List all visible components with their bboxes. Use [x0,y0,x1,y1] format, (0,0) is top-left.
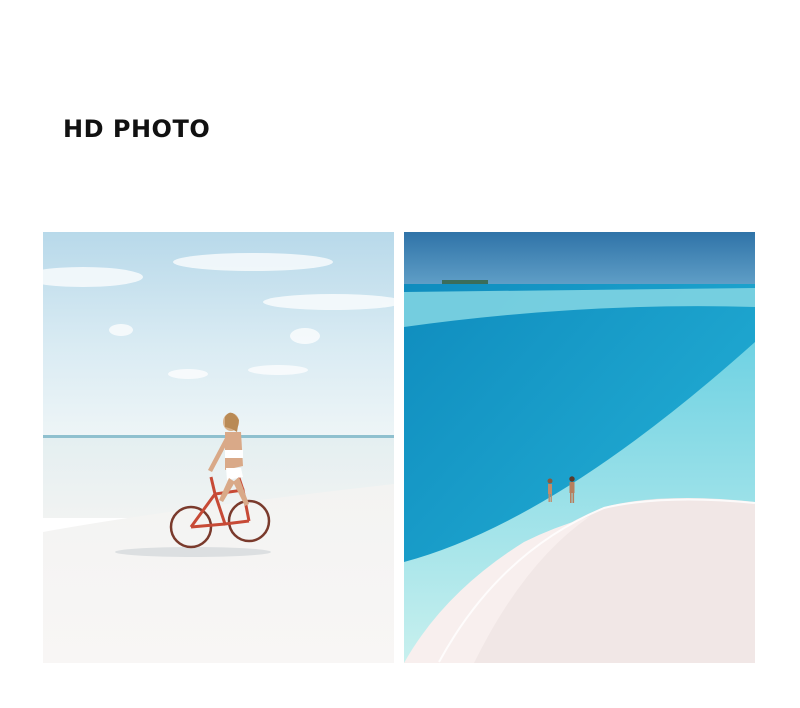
photo-sandbar-lagoon [404,232,755,663]
island [442,280,488,284]
bicycle-beach-image [43,232,394,663]
page: HD PHOTO [0,0,800,708]
photo-bicycle-beach [43,232,394,663]
page-title: HD PHOTO [63,115,211,143]
sandbar-lagoon-image [404,232,755,663]
